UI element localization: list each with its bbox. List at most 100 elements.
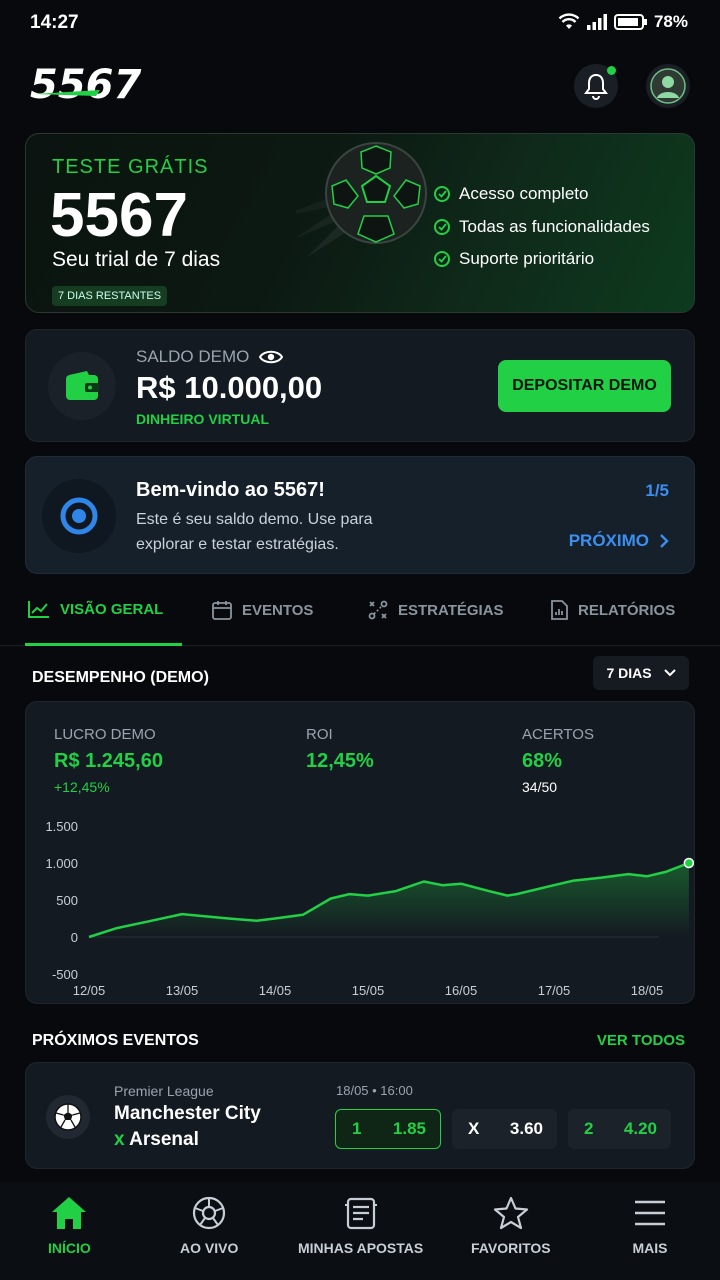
app-logo[interactable]: 5567 xyxy=(30,62,160,108)
chart-area xyxy=(89,863,689,937)
tab-strategies[interactable]: ESTRATÉGIAS xyxy=(368,600,504,620)
nav-favorites[interactable]: FAVORITOS xyxy=(471,1196,551,1256)
tour-page-indicator: 1/5 xyxy=(645,481,669,500)
battery-percent: 78% xyxy=(653,12,688,31)
events-title: PRÓXIMOS EVENTOS xyxy=(32,1032,199,1049)
svg-text:5567: 5567 xyxy=(30,64,141,108)
profile-button[interactable] xyxy=(646,64,690,108)
metric-value: 12,45% xyxy=(306,750,374,772)
performance-title: DESEMPENHO (DEMO) xyxy=(32,669,209,686)
x-tick-label: 13/05 xyxy=(166,983,199,998)
odd-home-button[interactable]: 1 1.85 xyxy=(335,1109,441,1149)
chevron-down-icon xyxy=(663,669,676,677)
notifications-button[interactable] xyxy=(574,64,618,108)
target-icon xyxy=(60,497,98,535)
menu-icon xyxy=(635,1200,665,1226)
nav-home[interactable]: INÍCIO xyxy=(48,1196,91,1256)
trial-subtitle: Seu trial de 7 dias xyxy=(52,248,221,271)
balance-value: R$ 10.000,00 xyxy=(136,370,323,405)
trial-days-badge: 7 DIAS RESTANTES xyxy=(52,286,168,306)
period-select[interactable]: 7 DIAS xyxy=(593,656,689,690)
tab-overview[interactable]: VISÃO GERAL xyxy=(28,600,163,618)
tab-reports[interactable]: RELATÓRIOS xyxy=(550,600,675,620)
trial-feature: Acesso completo xyxy=(434,178,650,211)
metric-label: ROI xyxy=(306,726,333,743)
event-away-team: Arsenal xyxy=(129,1129,199,1150)
nav-my-bets[interactable]: MINHAS APOSTAS xyxy=(298,1196,423,1256)
trial-feature-label: Todas as funcionalidades xyxy=(459,216,650,236)
tab-label: RELATÓRIOS xyxy=(578,601,676,619)
tab-label: ESTRATÉGIAS xyxy=(398,601,504,619)
event-card[interactable]: Premier League Manchester City x Arsenal… xyxy=(25,1062,695,1169)
strategy-icon xyxy=(368,600,388,620)
see-all-link[interactable]: VER TODOS xyxy=(597,1032,685,1049)
x-tick-label: 18/05 xyxy=(631,983,664,998)
trial-features: Acesso completo Todas as funcionalidades… xyxy=(434,178,650,276)
live-icon xyxy=(193,1196,226,1230)
status-bar: 14:27 78% xyxy=(0,0,720,46)
calendar-icon xyxy=(212,601,232,620)
signal-icon xyxy=(586,14,607,30)
wallet-icon xyxy=(66,371,99,400)
status-time: 14:27 xyxy=(30,12,79,33)
nav-label: FAVORITOS xyxy=(471,1240,551,1256)
bottom-nav: INÍCIO AO VIVO MINHAS APOSTAS FAVORITOS … xyxy=(0,1182,720,1280)
y-tick-label: 1.000 xyxy=(45,856,78,871)
event-time: 18/05 • 16:00 xyxy=(336,1083,413,1098)
nav-label: MINHAS APOSTAS xyxy=(298,1240,424,1256)
welcome-text: Este é seu saldo demo. Use para explorar… xyxy=(136,511,373,553)
check-icon xyxy=(434,251,450,268)
x-tick-label: 16/05 xyxy=(445,983,478,998)
nav-live[interactable]: AO VIVO xyxy=(180,1196,238,1256)
bets-icon xyxy=(344,1197,377,1230)
y-tick-label: 1.500 xyxy=(45,819,78,834)
check-icon xyxy=(434,186,450,203)
period-value: 7 DIAS xyxy=(606,665,652,681)
nav-label: MAIS xyxy=(632,1240,668,1256)
wifi-icon xyxy=(558,13,580,29)
soccer-icon xyxy=(46,1095,90,1139)
event-home-team: Manchester City xyxy=(114,1103,261,1124)
x-tick-label: 17/05 xyxy=(538,983,571,998)
metric-sub: +12,45% xyxy=(54,779,110,795)
event-league: Premier League xyxy=(114,1083,214,1099)
notification-dot xyxy=(607,66,616,75)
trial-brand: 5567 xyxy=(50,181,188,250)
trial-feature: Todas as funcionalidades xyxy=(434,211,650,244)
nav-label: INÍCIO xyxy=(48,1240,91,1256)
eye-icon[interactable] xyxy=(259,349,284,365)
star-icon xyxy=(493,1196,528,1230)
tour-next-label: PRÓXIMO xyxy=(568,531,649,550)
avatar-icon xyxy=(650,68,686,104)
odd-draw-button[interactable]: X 3.60 xyxy=(452,1109,557,1149)
event-away-row: x Arsenal xyxy=(114,1129,199,1151)
tab-label: VISÃO GERAL xyxy=(60,600,164,618)
chart-line-icon xyxy=(28,601,49,618)
check-icon xyxy=(434,218,450,235)
trial-feature: Suporte prioritário xyxy=(434,243,650,276)
balance-label-row: SALDO DEMO xyxy=(136,347,284,367)
trial-banner[interactable]: TESTE GRÁTIS 5567 Seu trial de 7 dias 7 … xyxy=(25,133,695,313)
nav-label: AO VIVO xyxy=(180,1240,239,1256)
tab-events[interactable]: EVENTOS xyxy=(212,600,313,620)
metric-value: R$ 1.245,60 xyxy=(54,750,163,772)
active-tab-indicator xyxy=(25,643,182,646)
tour-next-button[interactable]: PRÓXIMO xyxy=(569,531,669,551)
event-versus: x xyxy=(114,1129,125,1150)
odd-label: X xyxy=(468,1119,480,1138)
y-tick-label: 500 xyxy=(56,893,78,908)
performance-card: LUCRO DEMO R$ 1.245,60 +12,45% ROI 12,45… xyxy=(25,701,695,1004)
trial-label: TESTE GRÁTIS xyxy=(52,156,209,178)
metric-value: 68% xyxy=(522,750,563,772)
performance-chart: 1.500 1.000 500 0 -50012/05 13/05 14/05 15/05 16… xyxy=(45,819,694,998)
status-icons: 78% xyxy=(558,12,688,32)
soccer-ball-icon xyxy=(296,142,427,258)
balance-label: SALDO DEMO xyxy=(136,347,250,366)
odd-label: 1 xyxy=(352,1119,362,1138)
nav-more[interactable]: MAIS xyxy=(632,1196,668,1256)
odd-value: 1.85 xyxy=(392,1119,426,1138)
balance-subtitle: DINHEIRO VIRTUAL xyxy=(136,411,269,427)
odd-away-button[interactable]: 2 4.20 xyxy=(568,1109,671,1149)
demo-balance-card: SALDO DEMO R$ 10.000,00 DINHEIRO VIRTUAL… xyxy=(25,329,695,442)
deposit-demo-button[interactable]: DEPOSITAR DEMO xyxy=(498,360,671,412)
